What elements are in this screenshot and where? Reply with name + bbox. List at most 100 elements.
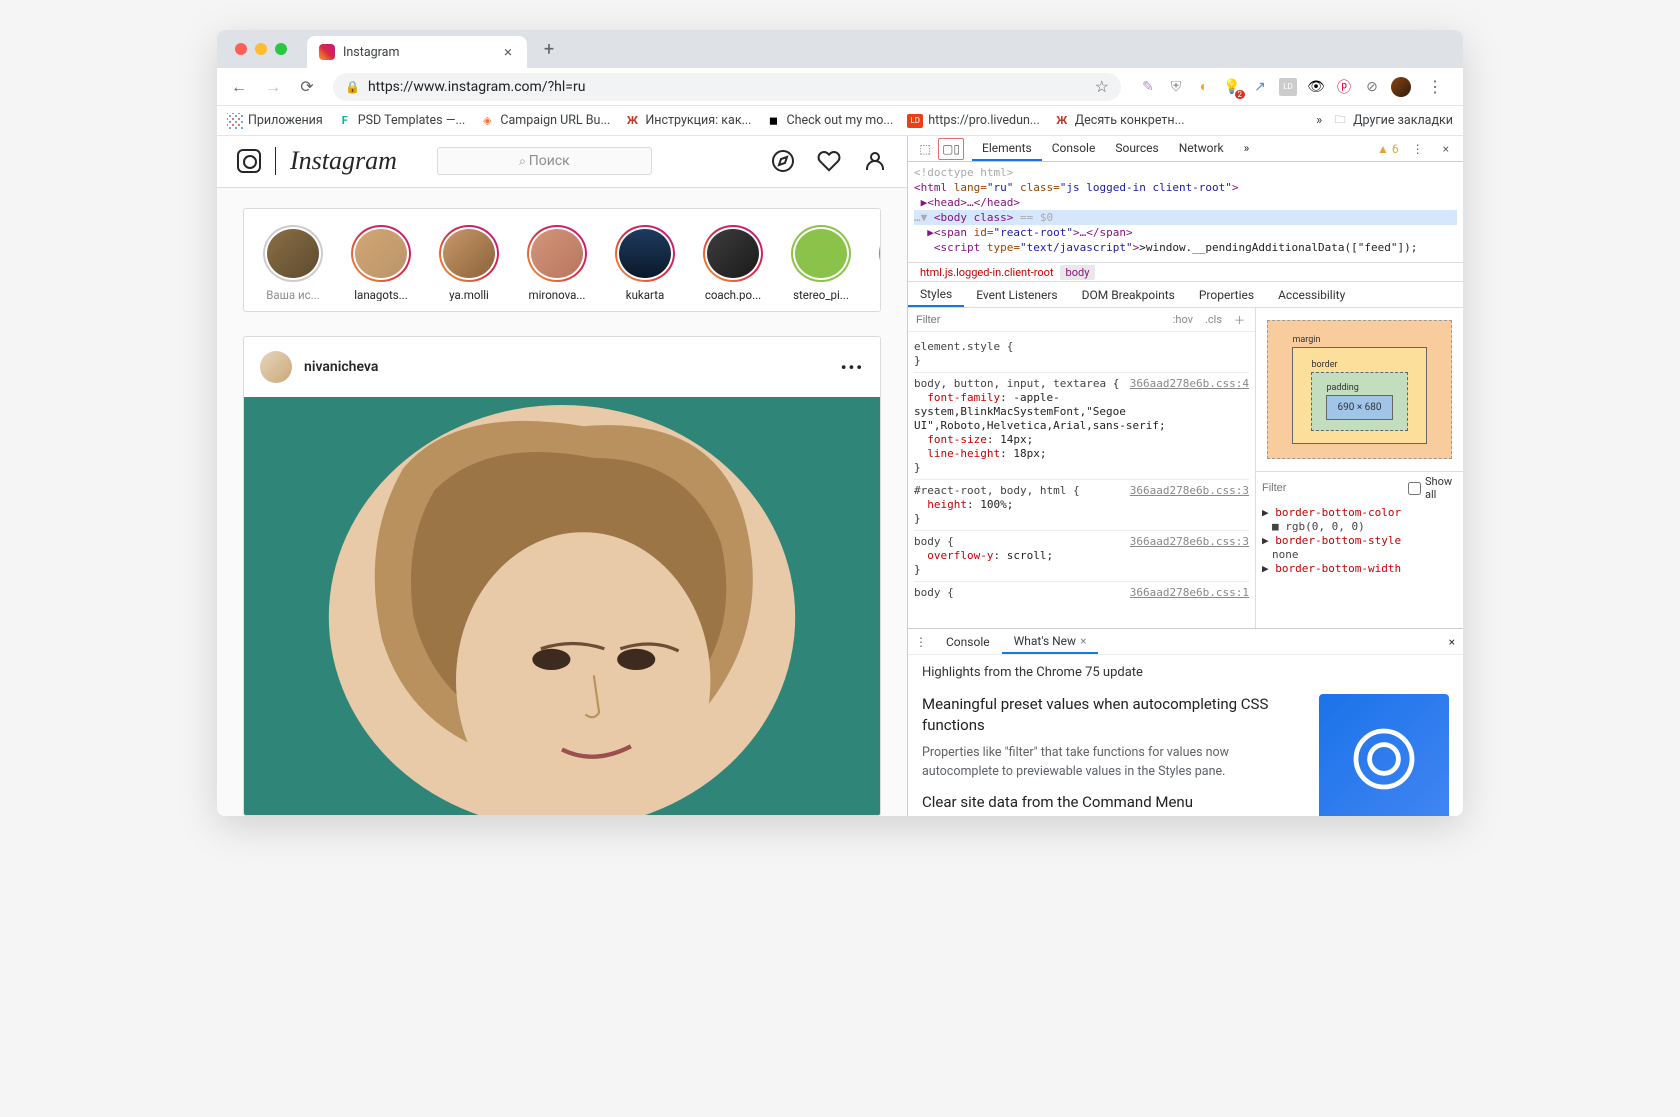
explore-icon[interactable] (771, 149, 795, 173)
bookmarks-overflow-icon[interactable]: » (1316, 113, 1322, 128)
search-icon: ⌕ (519, 154, 529, 169)
story-item[interactable]: lanagots... (342, 225, 420, 301)
ext-pen-icon[interactable]: ✎ (1139, 78, 1157, 96)
ext-shield-icon[interactable]: ⛨ (1167, 78, 1185, 96)
hov-toggle[interactable]: :hov (1167, 311, 1199, 328)
heart-icon[interactable] (817, 149, 841, 173)
elements-tree[interactable]: <!doctype html> <html lang="ru" class="j… (908, 162, 1463, 262)
tabs-overflow-icon[interactable]: » (1234, 137, 1260, 161)
bookmark-item[interactable]: ЖДесять конкретн... (1054, 113, 1185, 129)
devtools-close-icon[interactable]: × (1437, 140, 1455, 158)
instagram-logo[interactable]: Instagram (290, 146, 397, 176)
crumb-html[interactable]: html.js.logged-in.client-root (914, 265, 1060, 280)
story-ring-icon (263, 225, 323, 282)
post-image[interactable] (244, 397, 880, 816)
story-label: mironova... (529, 288, 586, 301)
tab-console[interactable]: Console (1042, 137, 1106, 161)
story-ring-icon (615, 225, 675, 282)
inspect-element-icon[interactable]: ⬚ (912, 138, 938, 160)
tab-elements[interactable]: Elements (972, 137, 1042, 161)
story-item[interactable]: Ваша ис... (254, 225, 332, 301)
styles-subtabs: Styles Event Listeners DOM Breakpoints P… (908, 282, 1463, 308)
bookmark-item[interactable]: ЖИнструкция: как... (624, 113, 751, 129)
story-ring-icon (527, 225, 587, 282)
ext-bulb-icon[interactable]: 💡 (1223, 78, 1241, 96)
subtab-dombp[interactable]: DOM Breakpoints (1070, 284, 1187, 306)
ext-similarweb-icon[interactable]: ◐ (1195, 78, 1213, 96)
story-label: ya.molli (449, 288, 489, 301)
computed-list[interactable]: ▶ border-bottom-color ■ rgb(0, 0, 0) ▶ b… (1256, 504, 1463, 628)
ext-ld-icon[interactable]: LD (1279, 78, 1297, 96)
ext-block-icon[interactable]: ⊘ (1363, 78, 1381, 96)
bookmark-item[interactable]: ◼Check out my mo... (765, 113, 893, 129)
post-card: nivanicheva ••• (243, 336, 881, 816)
profile-avatar-icon[interactable] (1391, 77, 1411, 97)
story-label: stereo_pi... (793, 288, 849, 301)
styles-left: :hov .cls ＋ element.style { } 366aad278e… (908, 308, 1255, 628)
close-window-icon[interactable] (235, 43, 247, 55)
other-bookmarks-button[interactable]: 🗀 Другие закладки (1332, 113, 1453, 129)
ext-eye-icon[interactable]: 👁 (1307, 78, 1325, 96)
apps-button[interactable]: Приложения (227, 113, 323, 129)
crumb-body[interactable]: body (1060, 265, 1096, 280)
warnings-badge[interactable]: ▲ 6 (1377, 142, 1399, 156)
search-input[interactable]: ⌕ Поиск (437, 147, 652, 175)
devtools-toolbar: ⬚ ▢▯ Elements Console Sources Network » … (908, 136, 1463, 162)
browser-tab[interactable]: Instagram × (307, 36, 527, 68)
forward-button[interactable]: → (259, 73, 287, 101)
story-item[interactable]: ya.molli (430, 225, 508, 301)
device-toggle-icon[interactable]: ▢▯ (938, 138, 964, 160)
computed-filter-input[interactable] (1262, 482, 1404, 494)
instagram-camera-icon[interactable] (237, 149, 261, 173)
close-tab-icon[interactable]: × (501, 43, 515, 61)
styles-filter-input[interactable] (912, 312, 1167, 328)
profile-icon[interactable] (863, 149, 887, 173)
new-tab-button[interactable]: + (537, 39, 561, 60)
show-all-checkbox[interactable] (1408, 482, 1421, 495)
tab-sources[interactable]: Sources (1105, 137, 1168, 161)
ext-arrow-icon[interactable]: ↗ (1251, 78, 1269, 96)
maximize-window-icon[interactable] (275, 43, 287, 55)
add-rule-icon[interactable]: ＋ (1228, 310, 1251, 330)
post-username[interactable]: nivanicheva (304, 359, 841, 375)
subtab-styles[interactable]: Styles (908, 283, 964, 307)
browser-menu-icon[interactable]: ⋮ (1421, 73, 1449, 101)
bookmark-star-icon[interactable]: ☆ (1095, 77, 1109, 96)
story-item[interactable]: na (870, 225, 881, 301)
drawer-menu-icon[interactable]: ⋮ (908, 631, 934, 653)
styles-rules[interactable]: element.style { } 366aad278e6b.css:4body… (908, 332, 1255, 628)
bookmark-item[interactable]: LDhttps://pro.livedun... (907, 113, 1039, 128)
bookmark-item[interactable]: FPSD Templates —... (337, 113, 466, 129)
subtab-listeners[interactable]: Event Listeners (964, 284, 1069, 306)
url-text: https://www.instagram.com/?hl=ru (368, 79, 586, 95)
story-ring-icon (351, 225, 411, 282)
elements-breadcrumb: html.js.logged-in.client-root body (908, 262, 1463, 282)
bookmark-item[interactable]: ◈Campaign URL Bu... (479, 113, 610, 129)
bookmark-favicon-icon: Ж (624, 113, 640, 129)
story-item[interactable]: stereo_pi... (782, 225, 860, 301)
cls-toggle[interactable]: .cls (1199, 311, 1228, 328)
computed-filter-bar: Show all (1256, 471, 1463, 504)
logo-separator (275, 147, 276, 175)
story-item[interactable]: mironova... (518, 225, 596, 301)
drawer-tab-whatsnew[interactable]: What's New× (1002, 630, 1099, 654)
reload-button[interactable]: ⟳ (293, 73, 321, 101)
tab-network[interactable]: Network (1169, 137, 1234, 161)
story-item[interactable]: coach.po... (694, 225, 772, 301)
back-button[interactable]: ← (225, 73, 253, 101)
drawer-close-icon[interactable]: × (1441, 633, 1463, 651)
devtools-menu-icon[interactable]: ⋮ (1405, 138, 1431, 160)
post-avatar-icon[interactable] (260, 351, 292, 383)
post-options-icon[interactable]: ••• (841, 358, 864, 377)
drawer-tab-console[interactable]: Console (934, 631, 1002, 653)
address-bar[interactable]: 🔒 https://www.instagram.com/?hl=ru ☆ (333, 73, 1121, 101)
ext-pinterest-icon[interactable]: ⓟ (1335, 78, 1353, 96)
drawer-image (1319, 694, 1449, 816)
subtab-a11y[interactable]: Accessibility (1266, 284, 1357, 306)
story-item[interactable]: kukarta (606, 225, 684, 301)
drawer-tab-close-icon[interactable]: × (1080, 634, 1086, 648)
drawer-body: Highlights from the Chrome 75 update Mea… (908, 655, 1463, 816)
minimize-window-icon[interactable] (255, 43, 267, 55)
story-label: coach.po... (705, 288, 761, 301)
subtab-props[interactable]: Properties (1187, 284, 1266, 306)
